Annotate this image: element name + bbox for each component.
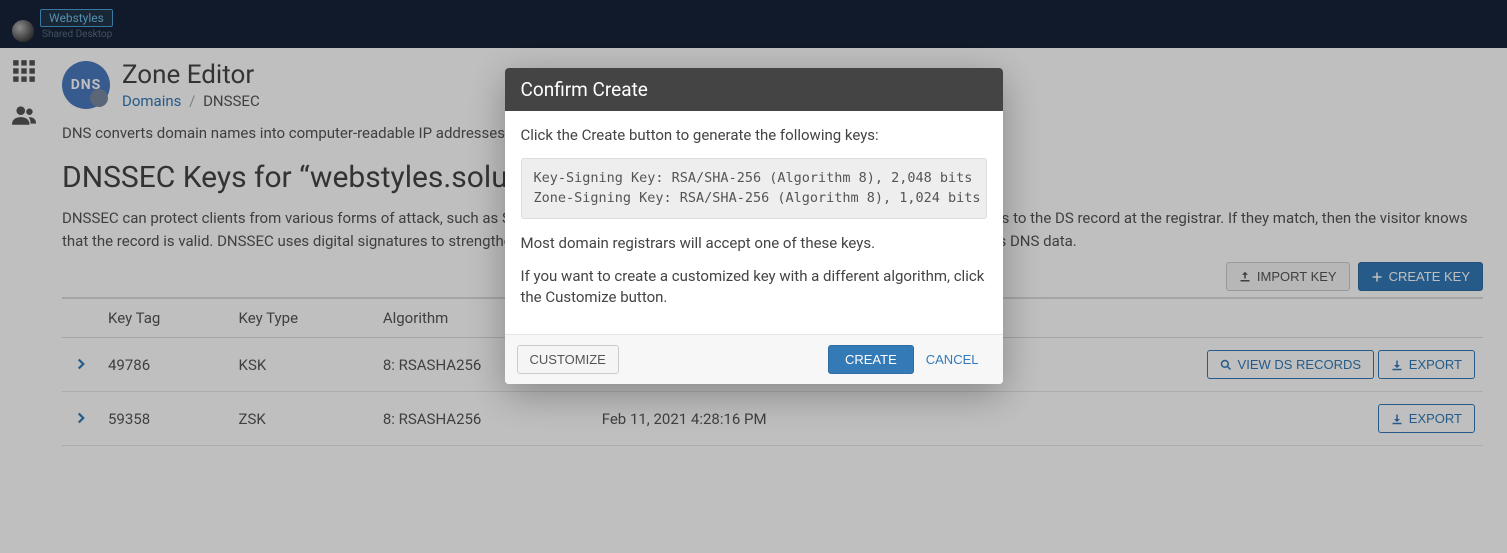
modal-footer: CUSTOMIZE CREATE CANCEL	[505, 334, 1003, 384]
customize-button[interactable]: CUSTOMIZE	[517, 345, 619, 374]
modal-text-3: If you want to create a customized key w…	[521, 266, 987, 308]
modal-title: Confirm Create	[505, 68, 1003, 111]
modal-key-details: Key-Signing Key: RSA/SHA-256 (Algorithm …	[521, 158, 987, 219]
modal-body: Click the Create button to generate the …	[505, 111, 1003, 334]
cancel-button[interactable]: CANCEL	[914, 346, 991, 373]
create-button[interactable]: CREATE	[828, 345, 914, 374]
modal-text-2: Most domain registrars will accept one o…	[521, 233, 987, 254]
confirm-create-modal: Confirm Create Click the Create button t…	[505, 68, 1003, 384]
modal-text-1: Click the Create button to generate the …	[521, 125, 987, 146]
